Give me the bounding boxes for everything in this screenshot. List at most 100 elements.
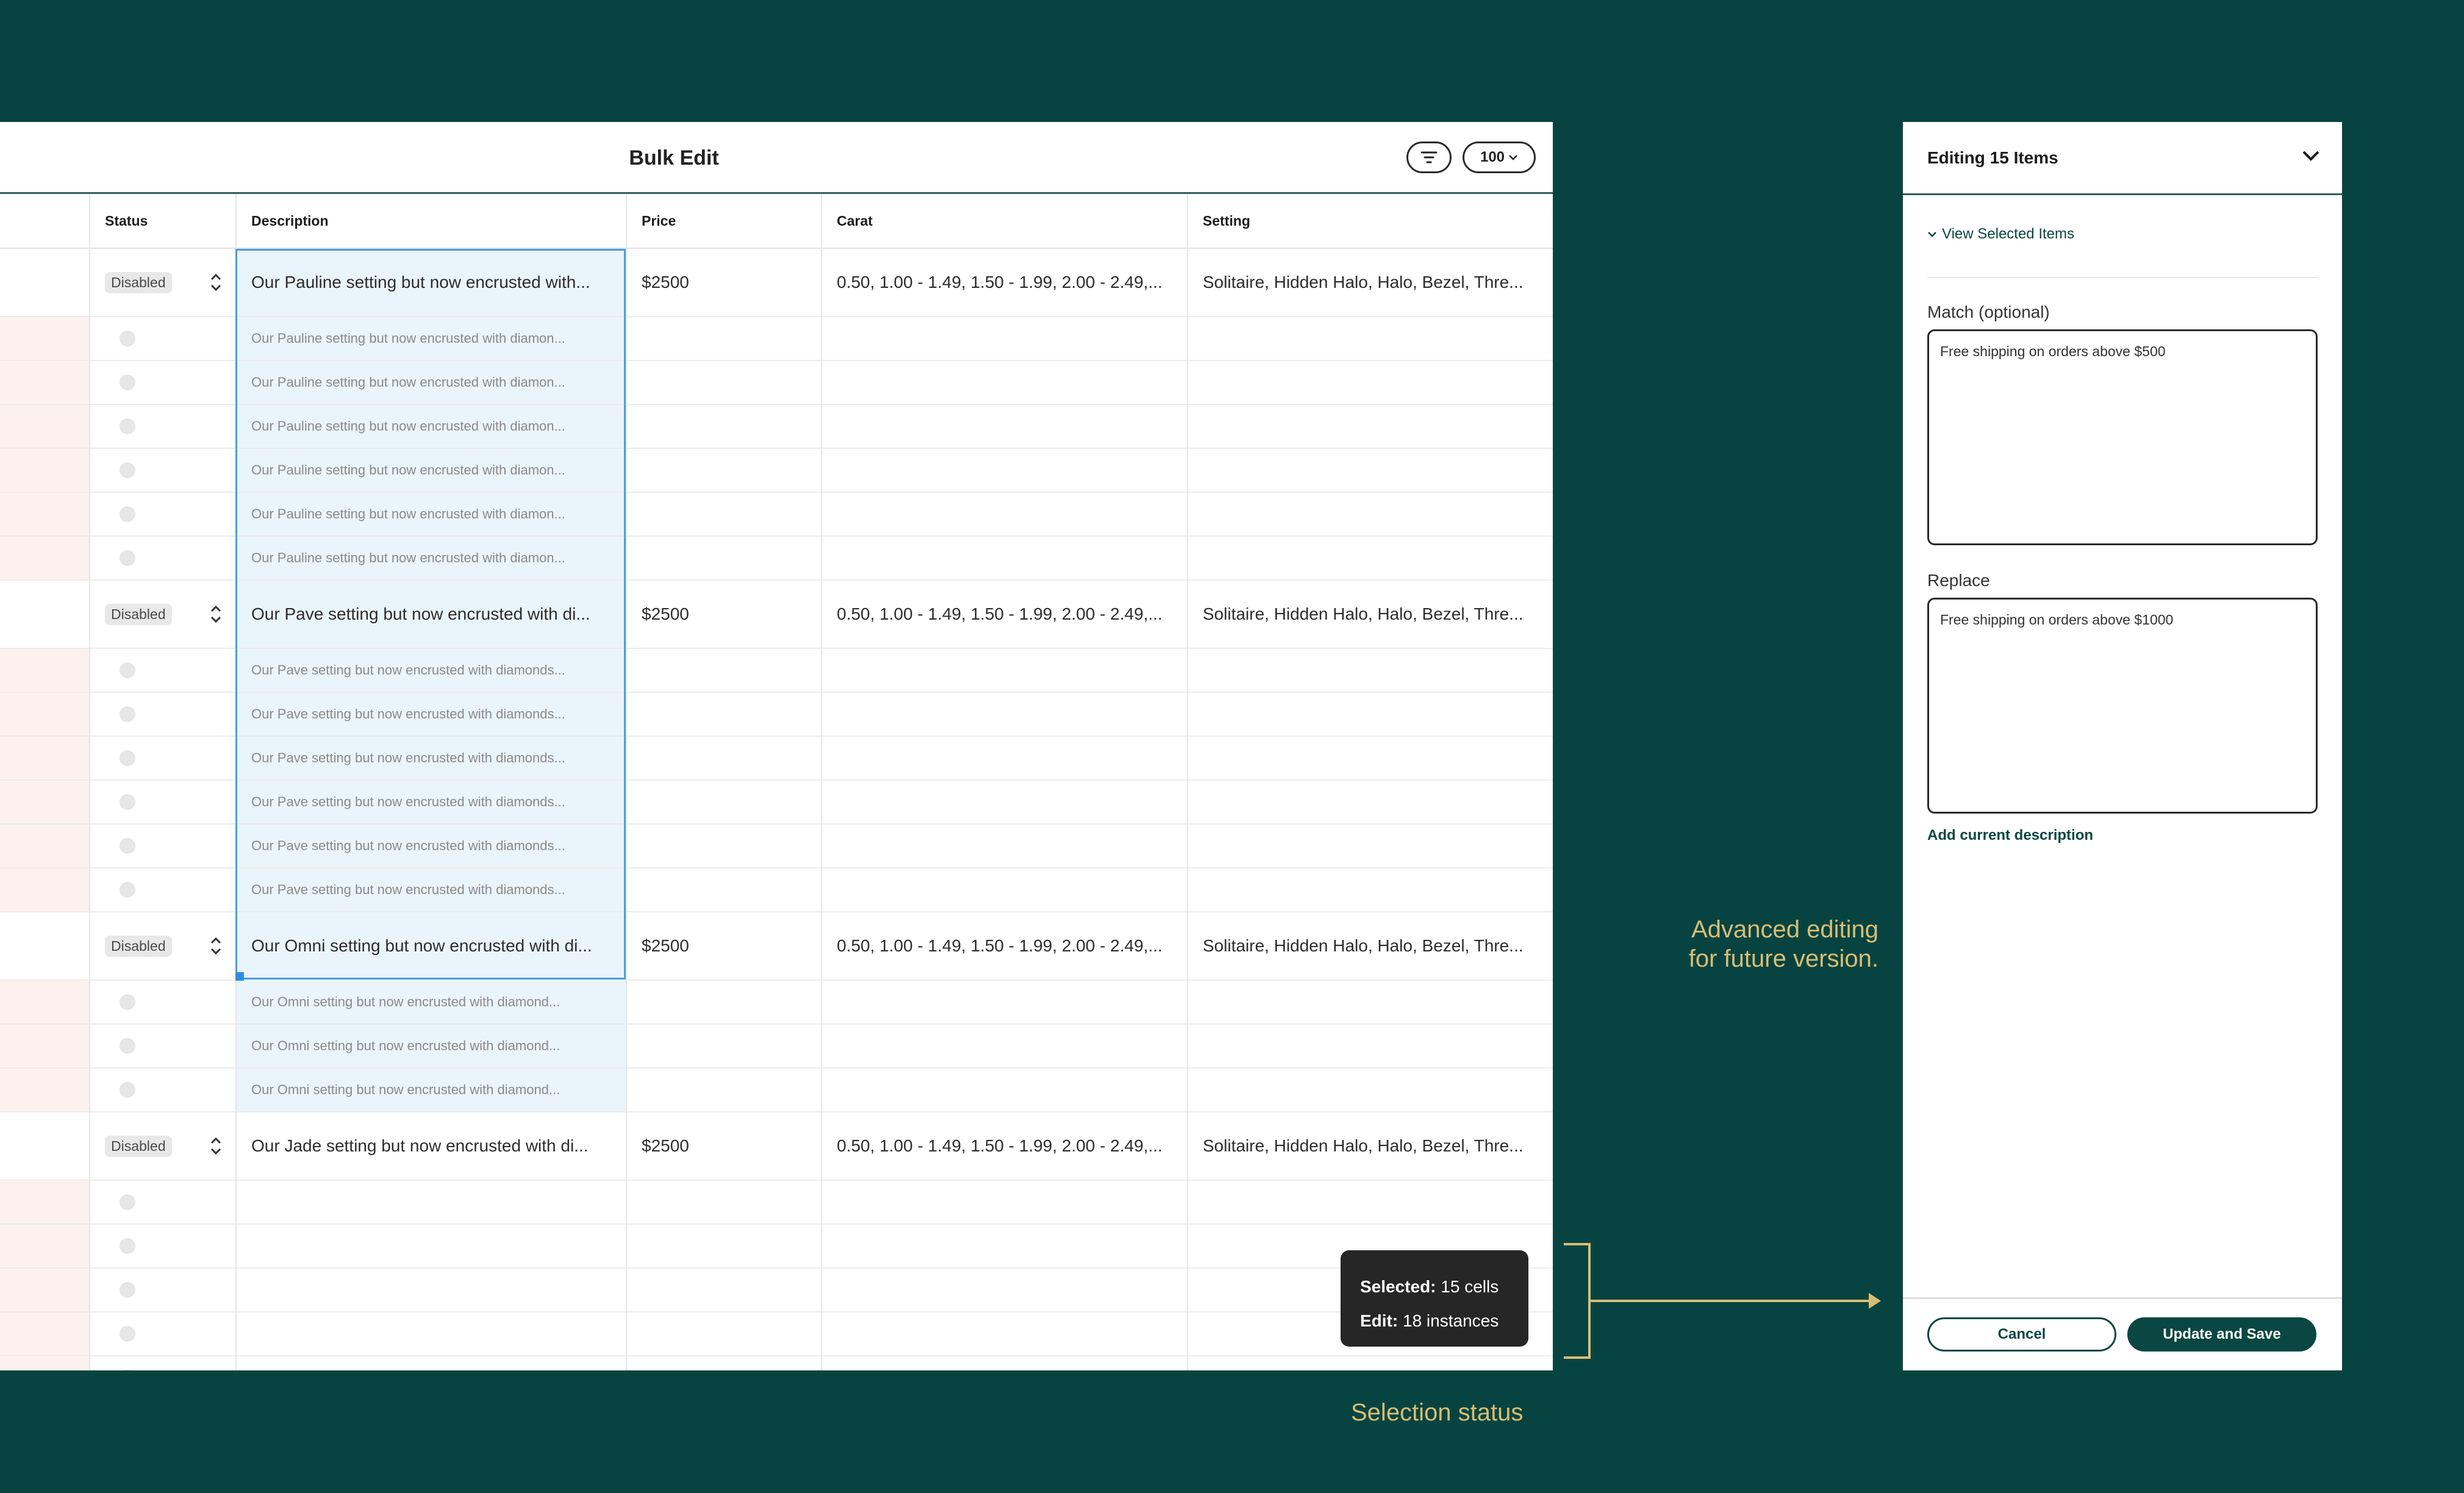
sub-row[interactable]: Our Pave setting but now encrusted with … bbox=[0, 825, 1553, 868]
status-cell[interactable] bbox=[89, 825, 235, 867]
carat-cell[interactable] bbox=[821, 405, 1187, 448]
description-cell[interactable]: Our Omni setting but now encrusted with … bbox=[235, 1069, 626, 1111]
carat-cell[interactable] bbox=[821, 361, 1187, 404]
description-cell[interactable]: Our Omni setting but now encrusted with … bbox=[235, 1025, 626, 1067]
status-cell[interactable]: Disabled bbox=[89, 249, 235, 316]
column-header-setting[interactable]: Setting bbox=[1187, 194, 1553, 248]
row-handle[interactable] bbox=[0, 537, 89, 579]
status-cell[interactable] bbox=[89, 361, 235, 404]
description-cell[interactable]: Our Pave setting but now encrusted with … bbox=[235, 825, 626, 867]
description-cell[interactable] bbox=[235, 1181, 626, 1223]
setting-cell[interactable] bbox=[1187, 1025, 1553, 1067]
description-cell[interactable]: Our Pave setting but now encrusted with … bbox=[235, 581, 626, 648]
sub-row[interactable] bbox=[0, 1269, 1553, 1312]
carat-cell[interactable] bbox=[821, 693, 1187, 736]
table-row[interactable]: Disabled Our Pave setting but now encrust… bbox=[0, 581, 1553, 649]
setting-cell[interactable] bbox=[1187, 981, 1553, 1023]
sub-row[interactable] bbox=[0, 1225, 1553, 1269]
price-cell[interactable] bbox=[626, 1312, 821, 1355]
status-cell[interactable] bbox=[89, 649, 235, 692]
status-cell[interactable]: Disabled bbox=[89, 581, 235, 648]
sub-row[interactable]: Our Pauline setting but now encrusted wi… bbox=[0, 449, 1553, 493]
filter-button[interactable] bbox=[1406, 141, 1452, 173]
row-handle[interactable] bbox=[0, 1025, 89, 1067]
status-cell[interactable] bbox=[89, 537, 235, 579]
price-cell[interactable]: $2500 bbox=[626, 581, 821, 648]
description-cell[interactable]: Our Pauline setting but now encrusted wi… bbox=[235, 537, 626, 579]
sub-row[interactable]: Our Omni setting but now encrusted with … bbox=[0, 1025, 1553, 1069]
description-cell[interactable]: Our Pave setting but now encrusted with … bbox=[235, 781, 626, 823]
sub-row[interactable]: Our Pauline setting but now encrusted wi… bbox=[0, 361, 1553, 405]
description-cell[interactable]: Our Pauline setting but now encrusted wi… bbox=[235, 249, 626, 316]
price-cell[interactable] bbox=[626, 1181, 821, 1223]
carat-cell[interactable] bbox=[821, 1312, 1187, 1355]
sub-row[interactable] bbox=[0, 1356, 1553, 1370]
setting-cell[interactable] bbox=[1187, 1181, 1553, 1223]
row-handle[interactable] bbox=[0, 1356, 89, 1370]
carat-cell[interactable]: 0.50, 1.00 - 1.49, 1.50 - 1.99, 2.00 - 2… bbox=[821, 912, 1187, 979]
carat-cell[interactable]: 0.50, 1.00 - 1.49, 1.50 - 1.99, 2.00 - 2… bbox=[821, 581, 1187, 648]
price-cell[interactable]: $2500 bbox=[626, 1112, 821, 1180]
setting-cell[interactable]: Solitaire, Hidden Halo, Halo, Bezel, Thr… bbox=[1187, 581, 1553, 648]
price-cell[interactable] bbox=[626, 981, 821, 1023]
chevron-down-icon[interactable] bbox=[2301, 149, 2321, 163]
carat-cell[interactable] bbox=[821, 1069, 1187, 1111]
sub-row[interactable]: Our Pave setting but now encrusted with … bbox=[0, 737, 1553, 781]
status-cell[interactable] bbox=[89, 737, 235, 779]
description-cell[interactable]: Our Pauline setting but now encrusted wi… bbox=[235, 317, 626, 360]
cancel-button[interactable]: Cancel bbox=[1927, 1317, 2116, 1352]
carat-cell[interactable] bbox=[821, 825, 1187, 867]
status-cell[interactable]: Disabled bbox=[89, 1112, 235, 1180]
status-cell[interactable] bbox=[89, 781, 235, 823]
row-handle[interactable] bbox=[0, 1069, 89, 1111]
status-cell[interactable] bbox=[89, 317, 235, 360]
table-row[interactable]: Disabled Our Jade setting but now encrust… bbox=[0, 1112, 1553, 1181]
setting-cell[interactable] bbox=[1187, 537, 1553, 579]
row-handle[interactable] bbox=[0, 825, 89, 867]
row-handle[interactable] bbox=[0, 737, 89, 779]
row-handle[interactable] bbox=[0, 581, 89, 648]
sub-row[interactable] bbox=[0, 1181, 1553, 1225]
status-cell[interactable] bbox=[89, 1312, 235, 1355]
price-cell[interactable] bbox=[626, 449, 821, 492]
replace-input[interactable]: Free shipping on orders above $1000 bbox=[1927, 598, 2318, 814]
carat-cell[interactable] bbox=[821, 317, 1187, 360]
description-cell[interactable]: Our Pauline setting but now encrusted wi… bbox=[235, 449, 626, 492]
description-cell[interactable]: Our Pave setting but now encrusted with … bbox=[235, 868, 626, 911]
row-handle[interactable] bbox=[0, 912, 89, 979]
setting-cell[interactable] bbox=[1187, 781, 1553, 823]
setting-cell[interactable] bbox=[1187, 493, 1553, 535]
description-cell[interactable] bbox=[235, 1269, 626, 1311]
description-cell[interactable]: Our Omni setting but now encrusted with … bbox=[235, 912, 626, 979]
status-cell[interactable] bbox=[89, 1225, 235, 1267]
carat-cell[interactable] bbox=[821, 537, 1187, 579]
sub-row[interactable]: Our Pauline setting but now encrusted wi… bbox=[0, 537, 1553, 581]
price-cell[interactable] bbox=[626, 1225, 821, 1267]
price-cell[interactable] bbox=[626, 1356, 821, 1370]
status-cell[interactable] bbox=[89, 1181, 235, 1223]
status-cell[interactable]: Disabled bbox=[89, 912, 235, 979]
setting-cell[interactable] bbox=[1187, 405, 1553, 448]
row-handle[interactable] bbox=[0, 361, 89, 404]
update-and-save-button[interactable]: Update and Save bbox=[2127, 1317, 2316, 1352]
setting-cell[interactable] bbox=[1187, 317, 1553, 360]
row-handle[interactable] bbox=[0, 781, 89, 823]
price-cell[interactable] bbox=[626, 1069, 821, 1111]
status-cell[interactable] bbox=[89, 1069, 235, 1111]
carat-cell[interactable] bbox=[821, 868, 1187, 911]
column-header-description[interactable]: Description bbox=[235, 194, 626, 248]
add-current-description-link[interactable]: Add current description bbox=[1927, 827, 2093, 844]
row-handle[interactable] bbox=[0, 1269, 89, 1311]
setting-cell[interactable] bbox=[1187, 868, 1553, 911]
sub-row[interactable]: Our Pave setting but now encrusted with … bbox=[0, 649, 1553, 693]
carat-cell[interactable] bbox=[821, 649, 1187, 692]
row-handle[interactable] bbox=[0, 868, 89, 911]
select-arrows-icon[interactable] bbox=[209, 1135, 223, 1157]
page-size-select[interactable]: 100 bbox=[1463, 141, 1536, 173]
setting-cell[interactable] bbox=[1187, 1069, 1553, 1111]
price-cell[interactable]: $2500 bbox=[626, 249, 821, 316]
description-cell[interactable]: Our Pauline setting but now encrusted wi… bbox=[235, 493, 626, 535]
price-cell[interactable] bbox=[626, 493, 821, 535]
select-arrows-icon[interactable] bbox=[209, 603, 223, 625]
column-header-carat[interactable]: Carat bbox=[821, 194, 1187, 248]
